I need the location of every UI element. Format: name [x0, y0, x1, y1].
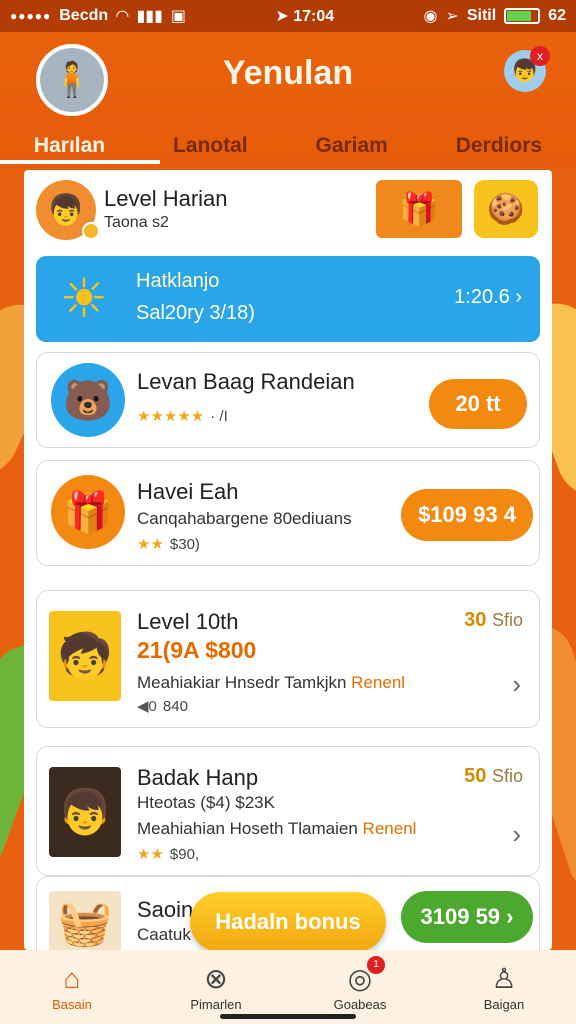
nav-label: Goabeas [333, 997, 387, 1012]
highlight-value: 1:20.6 › [454, 286, 522, 308]
battery-percent: 62 [548, 7, 566, 24]
daily-highlight-card[interactable]: ☀ Hatklanjo Sal20ry 3/18) 1:20.6 › [36, 256, 540, 342]
boy-character-icon: 🧒 [49, 611, 121, 701]
cookie-icon: 🍪 [487, 192, 525, 226]
list-item[interactable]: 👦 Badak Hanp Hteotas ($4) $23K Meahiahia… [36, 746, 540, 876]
nav-profile[interactable]: ♙ Baigan [449, 962, 559, 1012]
cookie-button[interactable]: 🍪 [474, 180, 538, 238]
home-indicator [220, 1014, 356, 1019]
status-right-text: Sitil [466, 7, 497, 24]
chevron-right-icon[interactable]: › [512, 669, 521, 700]
list-item[interactable]: 🎁 Havei Eah Canqahabargene 80ediuans ★★ $… [36, 460, 540, 566]
tab-derdiors[interactable]: Derdiors [446, 128, 552, 164]
nav-label: Basain [52, 996, 92, 1012]
nav-home[interactable]: ⌂ Basain [17, 963, 127, 1012]
navigation-icon: ➢ [445, 8, 459, 25]
notification-badge: 1 [367, 956, 385, 974]
level-subtitle: Taona s2 [104, 214, 169, 231]
carrier-name: Becdn [59, 7, 109, 24]
gift-basket-button[interactable]: 🎁 [376, 180, 462, 238]
wifi-icon: ◠ [116, 8, 129, 25]
signal-bars-icon: ▮▮▮ [136, 8, 163, 25]
chat-icon: ◎ [347, 963, 373, 994]
nav-label: Baigan [483, 997, 525, 1012]
compass-icon: ⊗ [204, 963, 228, 994]
list-item[interactable]: 🐻 Levan Baag Randeian ★★★★★ · /I 20 tt [36, 352, 540, 448]
chevron-right-icon[interactable]: › [512, 819, 521, 850]
nav-chat[interactable]: ◎ 1 Goabeas [305, 956, 415, 1012]
notification-avatar[interactable]: 👦 x [504, 46, 550, 92]
item-description: Caatuk [137, 925, 191, 944]
item-stat: 50 Sfio [464, 765, 523, 787]
gift-box-icon: 🎁 [51, 475, 125, 549]
signal-dots-icon: ●●●●● [10, 9, 52, 23]
item-description: Meahiakiar Hnsedr Tamkjkn Renenl [137, 673, 406, 692]
rating-stars: ★★ $90, [137, 846, 200, 863]
gift-icon: 🎁 [399, 191, 439, 227]
nav-plan[interactable]: ⊗ Pimarlen [161, 962, 271, 1012]
boy-portrait-icon: 👦 [49, 767, 121, 857]
battery-icon [504, 8, 541, 24]
highlight-title: Hatklanjo [136, 270, 220, 292]
mail-icon: ▣ [170, 8, 187, 25]
level-badge-icon [82, 222, 100, 240]
close-badge-icon[interactable]: x [530, 46, 550, 66]
home-icon: ⌂ [63, 962, 81, 994]
bonus-button[interactable]: Hadaln bonus [190, 892, 386, 952]
user-icon: ♙ [491, 963, 517, 994]
status-bar: ●●●●● Becdn ◠ ▮▮▮ ▣ ➤ 17:04 ◉ ➢ Sitil 62 [0, 0, 576, 32]
active-tab-indicator [0, 160, 160, 164]
bear-icon: 🐻 [51, 363, 125, 437]
item-meta: ◀0 840 [137, 698, 188, 715]
content-panel: 👦 Level Harian Taona s2 🎁 🍪 ☀ Hatklanjo … [24, 170, 552, 950]
rating-stars: ★★ $30) [137, 536, 200, 553]
price-button[interactable]: 3109 59 › [401, 891, 533, 943]
bottom-nav: ⌂ Basain ⊗ Pimarlen ◎ 1 Goabeas ♙ Baigan [0, 950, 576, 1024]
sun-icon: ☀ [59, 269, 109, 329]
item-line: Hteotas ($4) $23K [137, 793, 275, 812]
item-title: Saoin [137, 897, 194, 922]
tab-lanotal[interactable]: Lanotal [163, 128, 258, 164]
location-icon: ➤ [275, 8, 294, 25]
price-button[interactable]: $109 93 4 [401, 489, 533, 541]
tab-harian[interactable]: Harılan [24, 128, 115, 164]
list-item[interactable]: 🧒 Level 10th 21(9A $800 Meahiakiar Hnsed… [36, 590, 540, 728]
app-header: 🧍 Yenulan 👦 x Harılan Lanotal Gariam Der… [0, 32, 576, 168]
item-price: 21(9A $800 [137, 637, 257, 663]
item-title: Havei Eah [137, 479, 239, 504]
item-description: Canqahabargene 80ediuans [137, 509, 352, 528]
tab-gariam[interactable]: Gariam [305, 128, 397, 164]
nav-label: Pimarlen [190, 997, 242, 1012]
fruit-basket-icon: 🧺 [49, 891, 121, 950]
rating-stars: ★★★★★ · /I [137, 408, 228, 425]
item-title: Badak Hanp [137, 765, 259, 790]
level-title: Level Harian [104, 186, 228, 211]
app-title: Yenulan [222, 54, 354, 92]
item-title: Levan Baag Randeian [137, 369, 355, 394]
price-button[interactable]: 20 tt [429, 379, 527, 429]
item-title: Level 10th [137, 609, 239, 634]
alarm-icon: ◉ [423, 8, 438, 25]
item-stat: 30 Sfio [464, 609, 523, 631]
level-header: 👦 Level Harian Taona s2 🎁 🍪 [36, 178, 540, 242]
item-description: Meahiahian Hoseth Tlamaien Renenl [137, 819, 417, 838]
status-time: 17:04 [293, 8, 335, 25]
highlight-subtitle: Sal20ry 3/18) [136, 302, 255, 324]
